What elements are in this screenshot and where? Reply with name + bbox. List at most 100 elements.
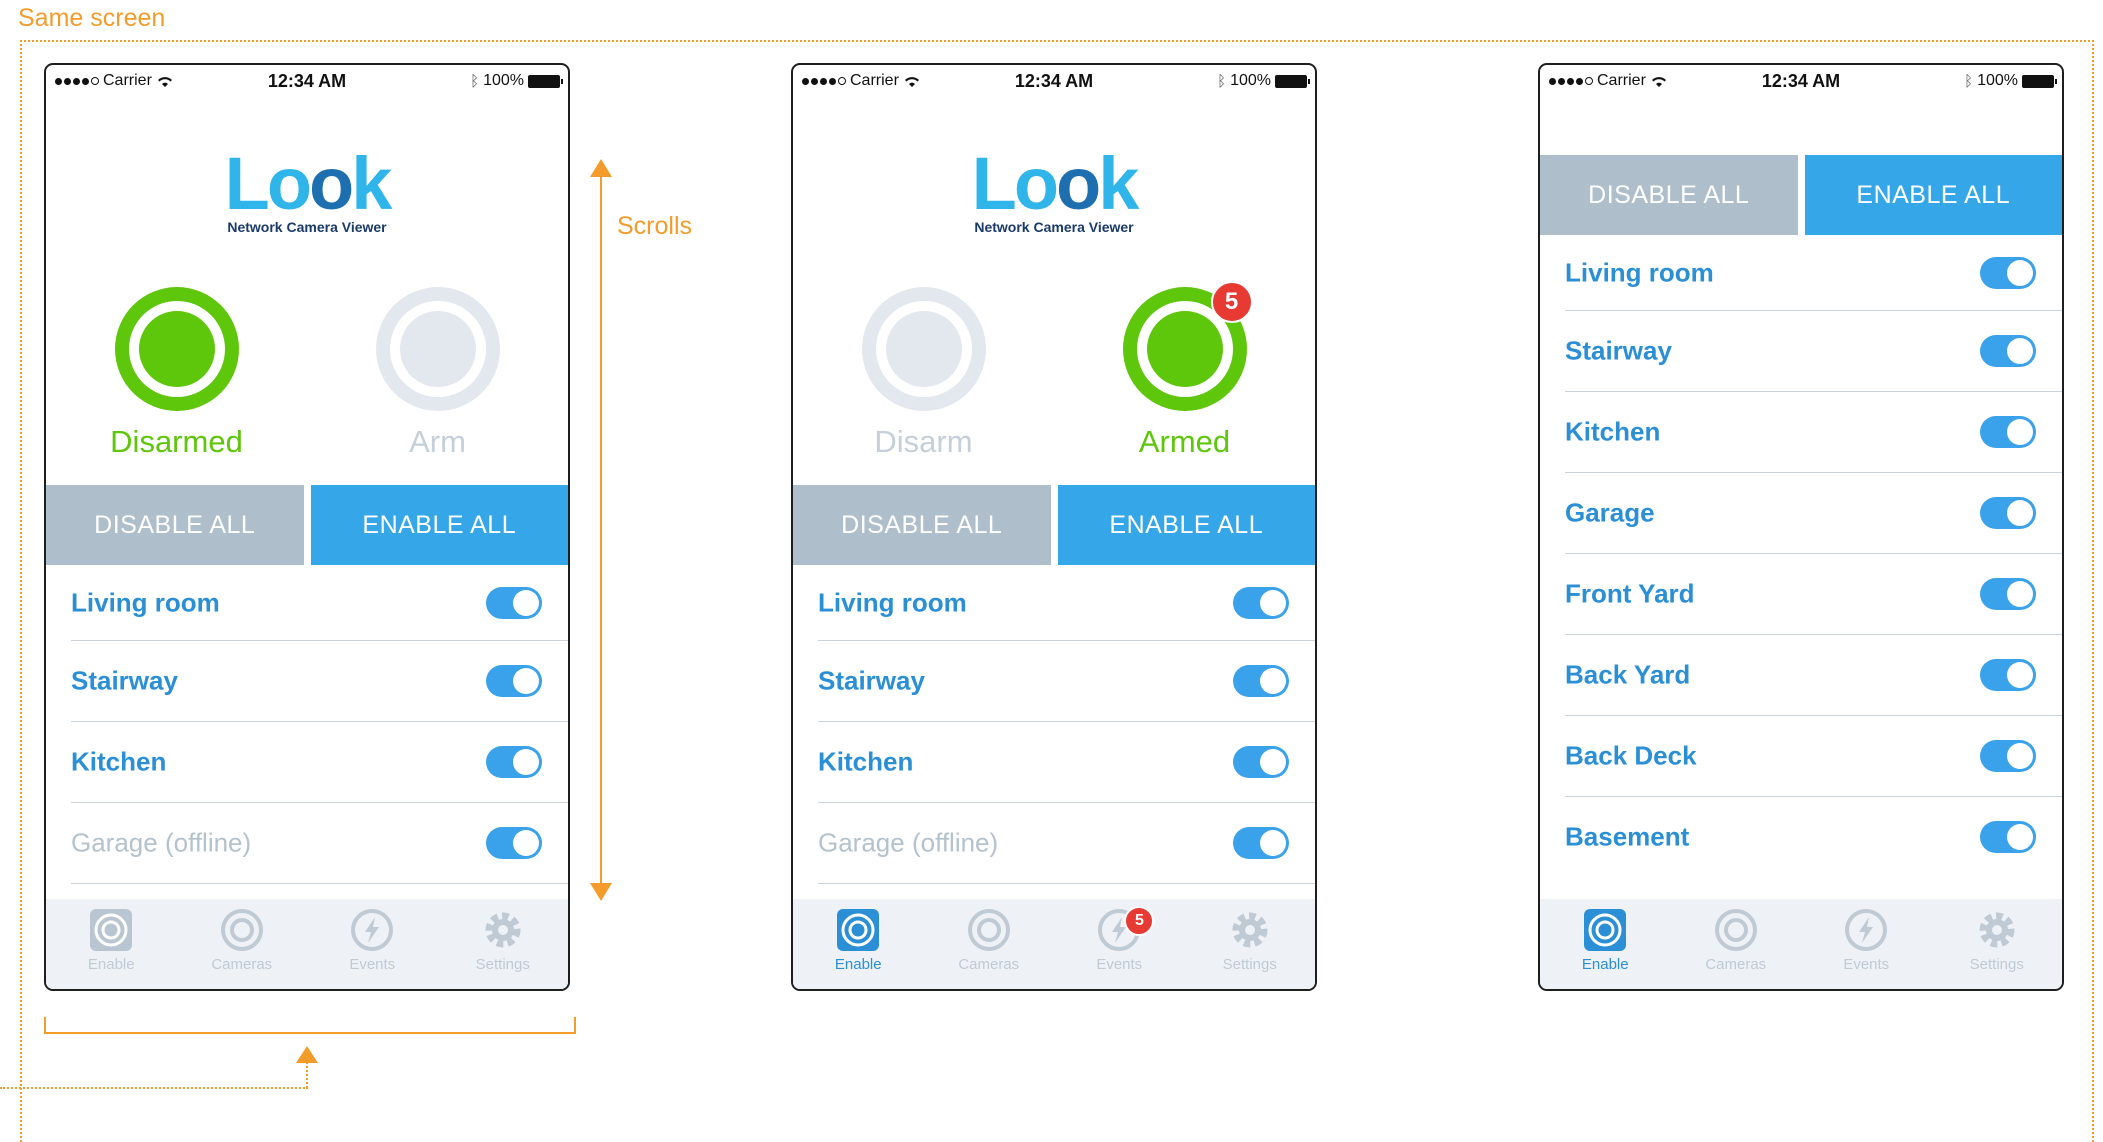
logo-wordmark: Look [224, 142, 393, 225]
tab-events-label: Events [349, 956, 396, 973]
camera-row[interactable]: Living room [818, 565, 1315, 641]
tab-bar: Enable Cameras Events Settings [46, 899, 568, 989]
camera-toggle[interactable] [1980, 497, 2036, 529]
disable-all-button[interactable]: DISABLE ALL [1540, 155, 1798, 235]
tab-enable[interactable]: Enable [1540, 899, 1671, 989]
tab-cameras[interactable]: Cameras [1671, 899, 1802, 989]
camera-toggle[interactable] [1233, 827, 1289, 859]
events-count-badge: 5 [1124, 906, 1155, 936]
enable-all-button[interactable]: ENABLE ALL [1057, 485, 1315, 565]
camera-toggle[interactable] [1980, 578, 2036, 610]
camera-tab-icon [220, 908, 264, 952]
battery-percent: 100% [1977, 72, 2018, 89]
arm-control[interactable]: Arm [307, 287, 568, 460]
same-screen-connector-vertical [306, 1062, 308, 1088]
width-bracket [44, 1017, 576, 1034]
camera-toggle[interactable] [486, 586, 542, 619]
disarm-label: Disarm [874, 424, 973, 459]
same-screen-annotation: Same screen [18, 4, 166, 32]
camera-toggle[interactable] [486, 746, 542, 778]
camera-name: Stairway [71, 665, 178, 696]
tab-enable[interactable]: Enable [46, 899, 177, 989]
camera-toggle[interactable] [1980, 335, 2036, 367]
enable-tab-icon [836, 908, 880, 952]
camera-name: Basement [1565, 821, 1690, 852]
tab-events[interactable]: Events [1801, 899, 1932, 989]
disarm-control[interactable]: Disarm [793, 287, 1054, 460]
enable-all-button[interactable]: ENABLE ALL [310, 485, 568, 565]
camera-row[interactable]: Kitchen [818, 722, 1315, 803]
tab-settings[interactable]: Settings [438, 899, 569, 989]
status-bar: Carrier 12:34 AM ᛒ 100% [1540, 65, 2062, 97]
arm-ring-icon[interactable] [375, 287, 500, 411]
app-logo: Look Network Camera Viewer [793, 147, 1315, 236]
camera-name: Back Deck [1565, 740, 1697, 771]
scrolls-annotation: Scrolls [617, 212, 693, 240]
tab-settings[interactable]: Settings [1932, 899, 2063, 989]
tab-events-label: Events [1096, 956, 1143, 973]
camera-toggle[interactable] [1980, 659, 2036, 691]
camera-name: Garage (offline) [71, 827, 252, 858]
tab-cameras[interactable]: Cameras [924, 899, 1055, 989]
camera-row[interactable]: Back Yard [1565, 635, 2062, 716]
camera-name: Kitchen [1565, 416, 1661, 447]
gear-tab-icon [481, 908, 525, 952]
phone-screen-armed: Carrier 12:34 AM ᛒ 100% Look Network Cam… [791, 63, 1317, 991]
camera-row[interactable]: Back Deck [1565, 716, 2062, 797]
camera-row[interactable]: Garage [1565, 473, 2062, 554]
disable-all-button[interactable]: DISABLE ALL [46, 485, 304, 565]
status-bar: Carrier 12:34 AM ᛒ 100% [46, 65, 568, 97]
camera-toggle[interactable] [1233, 746, 1289, 778]
camera-row[interactable]: Stairway [818, 641, 1315, 722]
camera-name: Garage [1565, 497, 1655, 528]
same-screen-connector [0, 1087, 308, 1089]
lightning-tab-icon [1844, 908, 1888, 952]
camera-toggle[interactable] [1980, 256, 2036, 289]
tab-enable-label: Enable [87, 956, 135, 973]
camera-row[interactable]: Garage (offline) [818, 803, 1315, 884]
tab-events[interactable]: 5 Events [1054, 899, 1185, 989]
status-bar: Carrier 12:34 AM ᛒ 100% [793, 65, 1315, 97]
camera-list: Living room Stairway Kitchen Garage (off… [793, 565, 1315, 884]
enable-tab-icon [1583, 908, 1627, 952]
tab-bar: Enable Cameras Events Settings [1540, 899, 2062, 989]
camera-name: Kitchen [71, 746, 167, 777]
camera-tab-icon [967, 908, 1011, 952]
armed-ring-icon[interactable]: 5 [1122, 281, 1253, 411]
camera-toggle[interactable] [1980, 740, 2036, 772]
disarm-ring-icon[interactable] [861, 287, 986, 411]
tab-events[interactable]: Events [307, 899, 438, 989]
phone-screen-scrolled: Carrier 12:34 AM ᛒ 100% DISABLE ALL ENAB… [1538, 63, 2064, 991]
camera-toggle[interactable] [1233, 586, 1289, 619]
camera-name: Living room [818, 587, 967, 617]
disarmed-ring-icon[interactable] [114, 287, 239, 411]
camera-row[interactable]: Basement [1565, 797, 2062, 877]
tab-cameras[interactable]: Cameras [177, 899, 308, 989]
camera-row[interactable]: Kitchen [71, 722, 568, 803]
camera-row[interactable]: Kitchen [1565, 392, 2062, 473]
camera-row[interactable]: Living room [1565, 235, 2062, 311]
battery-icon [528, 74, 563, 88]
camera-toggle[interactable] [1980, 821, 2036, 853]
enable-tab-icon [89, 908, 133, 952]
camera-row[interactable]: Stairway [71, 641, 568, 722]
camera-toggle[interactable] [1980, 416, 2036, 448]
lightning-tab-icon [350, 908, 394, 952]
disable-all-button[interactable]: DISABLE ALL [793, 485, 1051, 565]
camera-toggle[interactable] [486, 665, 542, 697]
camera-toggle[interactable] [1233, 665, 1289, 697]
arm-control[interactable]: 5 Armed [1054, 281, 1315, 460]
tab-settings[interactable]: Settings [1185, 899, 1316, 989]
camera-row[interactable]: Living room [71, 565, 568, 641]
camera-name: Kitchen [818, 746, 914, 777]
camera-toggle[interactable] [486, 827, 542, 859]
camera-row[interactable]: Garage (offline) [71, 803, 568, 884]
disarm-control[interactable]: Disarmed [46, 287, 307, 460]
camera-list: Living room Stairway Kitchen Garage Fron… [1540, 235, 2062, 877]
tab-enable[interactable]: Enable [793, 899, 924, 989]
arm-label: Arm [409, 424, 466, 459]
camera-row[interactable]: Stairway [1565, 311, 2062, 392]
tab-cameras-label: Cameras [958, 956, 1020, 973]
camera-row[interactable]: Front Yard [1565, 554, 2062, 635]
enable-all-button[interactable]: ENABLE ALL [1804, 155, 2062, 235]
